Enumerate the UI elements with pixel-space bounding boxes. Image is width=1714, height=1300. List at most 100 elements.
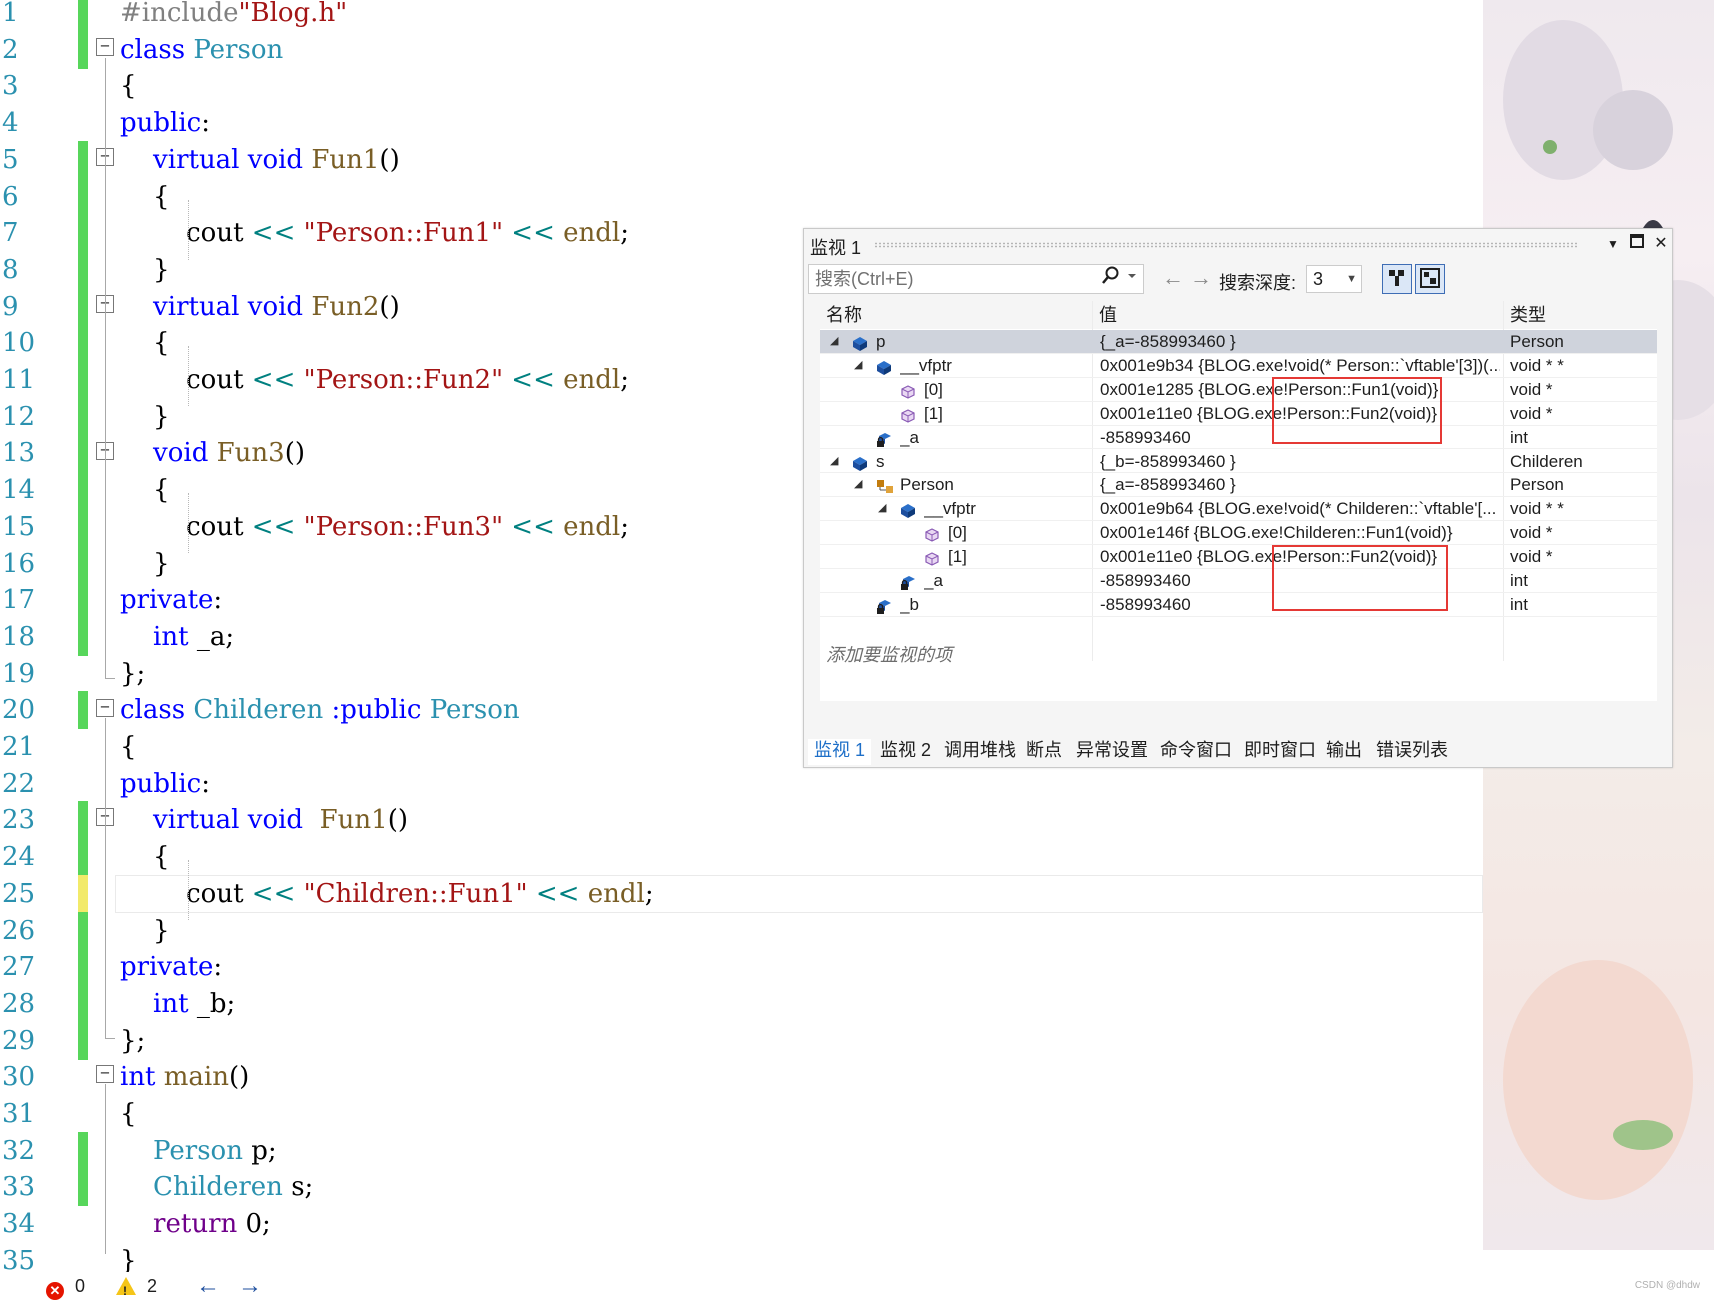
tab-2[interactable]: 调用堆栈 [944,739,1016,765]
fold-toggle-icon[interactable]: − [96,699,114,717]
tab-7[interactable]: 输出 [1326,739,1362,765]
watch-row[interactable]: ◢ __vfptr 0x001e9b34 {BLOG.exe!void(* Pers… [820,354,1657,378]
tab-5[interactable]: 命令窗口 [1160,739,1232,765]
watch-type: void * [1510,379,1553,399]
line-number: 21 [2,732,36,762]
raw-view-icon[interactable] [1415,264,1445,294]
code-line[interactable]: 26 } [0,911,1483,950]
add-watch-item[interactable]: 添加要监视的项 [826,641,952,667]
code-line[interactable]: 2 class Person [0,30,1483,69]
expand-triangle-icon[interactable]: ◢ [854,473,862,497]
line-number: 18 [2,621,36,652]
watch-row[interactable]: ◢ __vfptr 0x001e9b64 {BLOG.exe!void(* Chil… [820,497,1657,522]
watch-row[interactable]: ◢ Person {_a=-858993460 } Person [820,473,1657,498]
private-field-icon [900,573,916,590]
column-header-name[interactable]: 名称 [820,301,1092,329]
change-marker [78,287,88,326]
change-marker [78,397,88,436]
code-line[interactable]: 3{ [0,68,1483,104]
code-text: public: [120,105,210,141]
watch-row[interactable]: [1] 0x001e11e0 {BLOG.exe!Person::Fun2(voi… [820,402,1657,426]
code-text: }; [120,1023,145,1059]
code-token: _a; [196,621,235,652]
code-line[interactable]: 29}; [0,1021,1483,1060]
code-token: Childeren [193,695,332,726]
expand-triangle-icon[interactable]: ◢ [878,497,886,521]
column-header-value[interactable]: 值 [1093,301,1503,329]
code-line[interactable]: 33 Childeren s; [0,1168,1483,1207]
maximize-icon[interactable] [1626,233,1648,255]
search-icon[interactable] [1100,265,1140,287]
tab-1[interactable]: 监视 2 [880,739,931,765]
code-line[interactable]: 32 Person p; [0,1131,1483,1170]
code-line[interactable]: 28 int _b; [0,984,1483,1023]
pointer-item-icon [900,382,916,399]
watch-row[interactable]: [0] 0x001e1285 {BLOG.exe!Person::Fun1(voi… [820,378,1657,402]
watch-row[interactable]: _a -858993460 int [820,426,1657,450]
watch-title-bar[interactable]: 监视 1 ▼ ✕ [804,229,1672,259]
code-line[interactable]: 30 int main() [0,1059,1483,1095]
code-line[interactable]: 4 public: [0,105,1483,141]
line-number: 33 [2,1172,36,1203]
close-icon[interactable]: ✕ [1650,233,1672,255]
private-field-icon [876,430,892,447]
column-header-type[interactable]: 类型 [1504,301,1657,329]
code-text: { [120,179,170,215]
code-token: << [503,511,564,542]
window-menu-dropdown-icon[interactable]: ▼ [1602,233,1624,255]
code-text: cout << "Person::Fun3" << endl; [120,509,629,545]
tab-6[interactable]: 即时窗口 [1244,739,1316,765]
line-number: 24 [2,842,36,873]
search-back-arrow-icon[interactable]: ← [1162,267,1184,289]
fold-toggle-icon[interactable]: − [96,1065,114,1083]
watch-type: void * * [1510,355,1564,375]
code-line[interactable]: 34 return 0; [0,1206,1483,1242]
watch-row[interactable]: [1] 0x001e11e0 {BLOG.exe!Person::Fun2(voi… [820,545,1657,569]
navigate-back-icon[interactable]: ← [196,1274,220,1298]
watch-name: _a [900,427,919,447]
warning-count[interactable]: 2 [116,1275,157,1300]
expand-triangle-icon[interactable]: ◢ [830,450,838,474]
code-line[interactable]: 31 { [0,1096,1483,1132]
code-token: Person [429,695,520,726]
code-token: endl [563,218,621,249]
code-line[interactable]: 27 private: [0,948,1483,987]
expand-triangle-icon[interactable]: ◢ [830,330,838,354]
code-line[interactable]: 6 { [0,177,1483,216]
code-text: virtual void Fun1() [120,802,408,838]
code-line[interactable]: 35} [0,1243,1483,1272]
code-line[interactable]: 22 public: [0,766,1483,802]
tab-8[interactable]: 错误列表 [1376,739,1448,765]
code-text: } [120,1243,137,1272]
change-marker [78,874,88,913]
change-marker [78,140,88,179]
code-line[interactable]: 1 #include"Blog.h" [0,0,1483,32]
expand-triangle-icon[interactable]: ◢ [854,354,862,378]
pin-filter-icon[interactable] [1382,264,1412,294]
tab-4[interactable]: 异常设置 [1076,739,1148,765]
change-marker [78,250,88,289]
code-line[interactable]: 25 cout << "Children::Fun1" << endl; [0,874,1483,913]
watch-row[interactable]: ◢ p {_a=-858993460 } Person [820,330,1657,354]
navigate-forward-icon[interactable]: → [238,1274,262,1298]
watch-row[interactable]: _a -858993460 int [820,569,1657,593]
watch-row[interactable]: ◢ s {_b=-858993460 } Childeren [820,450,1657,474]
fold-toggle-icon[interactable]: − [96,38,114,56]
watch-window[interactable]: 监视 1 ▼ ✕ 搜索(Ctrl+E) ← → 搜索深度: 3 ▼ 名称 值 类… [803,228,1673,768]
tab-3[interactable]: 断点 [1026,739,1062,765]
drag-grip[interactable] [874,242,1577,248]
watch-row[interactable]: [0] 0x001e146f {BLOG.exe!Childeren::Fun1(… [820,521,1657,546]
search-forward-arrow-icon[interactable]: → [1190,267,1212,289]
code-token: } [120,254,170,285]
search-input[interactable]: 搜索(Ctrl+E) [808,264,1144,294]
code-line[interactable]: 24 { [0,838,1483,877]
code-line[interactable]: 23 virtual void Fun1() [0,801,1483,840]
search-depth-select[interactable]: 3 ▼ [1306,265,1362,293]
watch-row[interactable]: _b -858993460 int [820,593,1657,617]
error-count[interactable]: ✕ 0 [46,1275,85,1300]
code-line[interactable]: 5 virtual void Fun1() [0,140,1483,179]
watch-grid[interactable]: 名称 值 类型 ◢ p {_a=-858993460 } Person ◢ __vfptr… [820,301,1657,701]
code-token: { [120,71,137,102]
code-text: virtual void Fun1() [120,142,400,178]
tab-0[interactable]: 监视 1 [808,739,872,765]
